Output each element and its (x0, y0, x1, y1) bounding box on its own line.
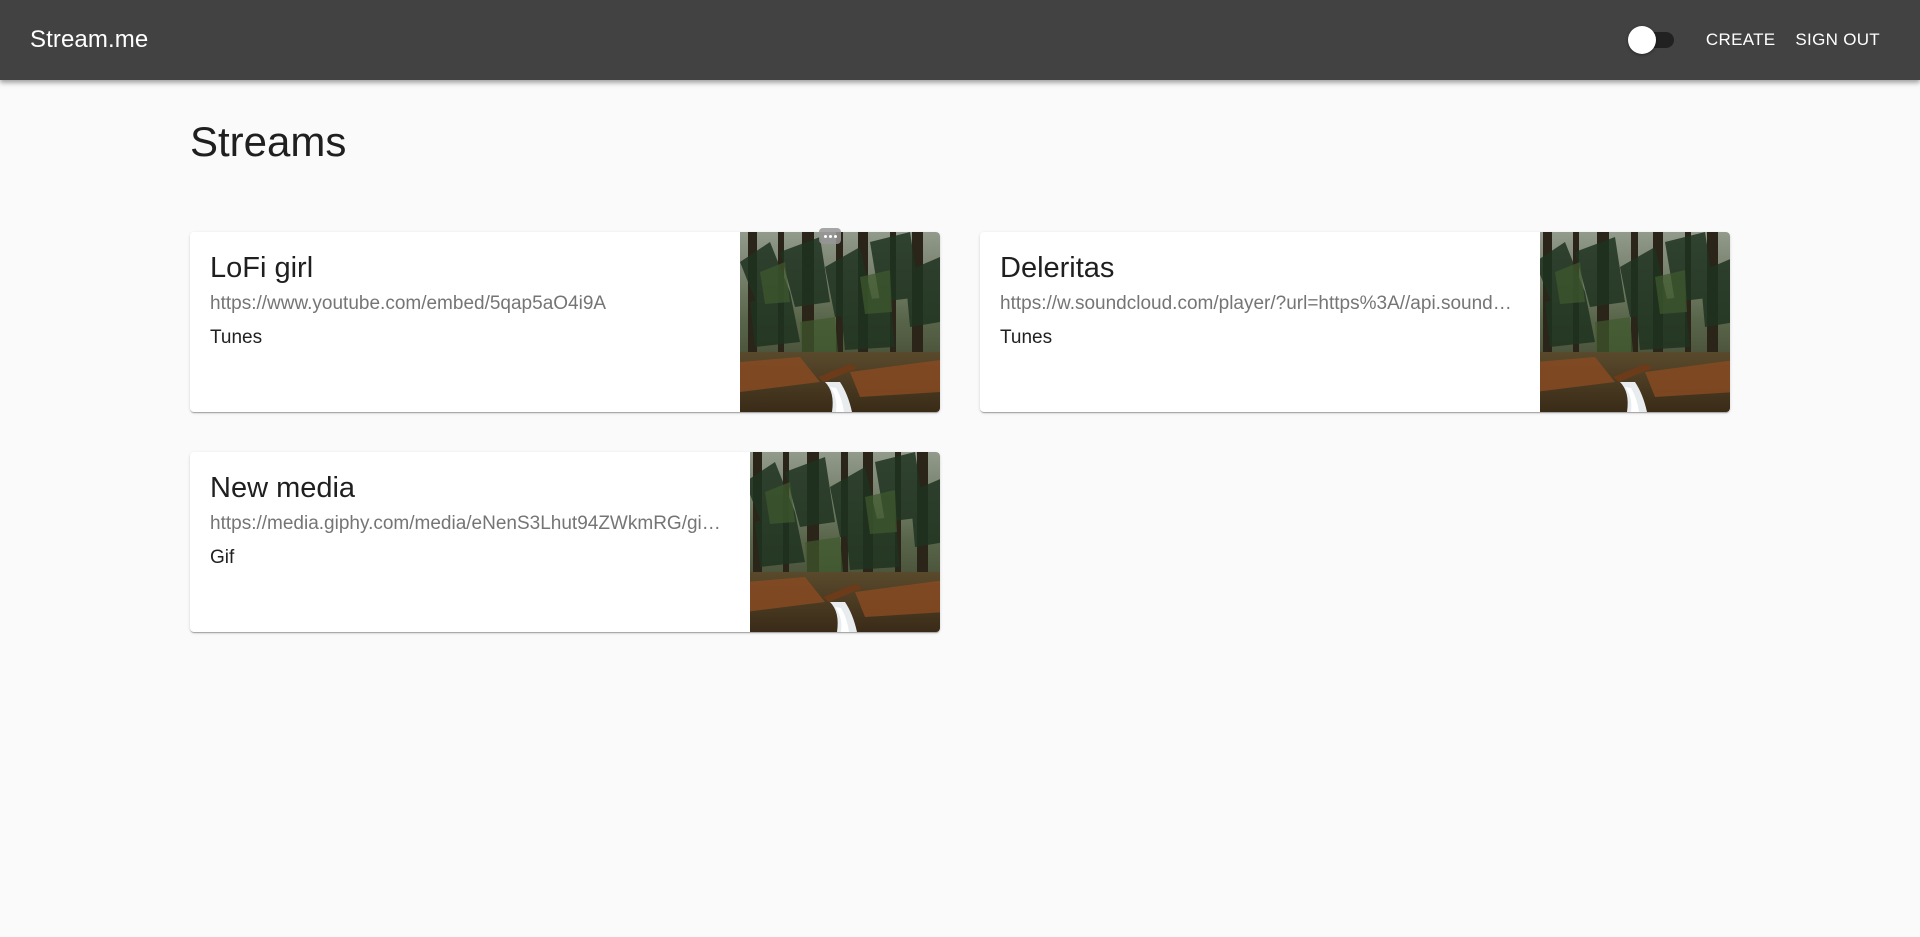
card-content: LoFi girl https://www.youtube.com/embed/… (210, 252, 730, 349)
app-bar-actions: CREATE SIGN OUT (1624, 20, 1890, 60)
create-button[interactable]: CREATE (1696, 22, 1786, 58)
sign-out-button[interactable]: SIGN OUT (1785, 22, 1890, 58)
app-bar: Stream.me CREATE SIGN OUT (0, 0, 1920, 80)
stream-card[interactable]: Deleritas https://w.soundcloud.com/playe… (980, 232, 1730, 412)
stream-url: https://w.soundcloud.com/player/?url=htt… (1000, 293, 1512, 314)
forest-stream-image (1540, 232, 1730, 412)
stream-thumbnail (1540, 232, 1730, 412)
stream-title: LoFi girl (210, 252, 314, 284)
stream-category: Tunes (210, 327, 263, 348)
toggle-thumb (1627, 26, 1656, 54)
stream-card[interactable]: New media https://media.giphy.com/media/… (190, 452, 940, 632)
stream-thumbnail (740, 232, 940, 412)
forest-stream-image (750, 452, 940, 632)
stream-url: https://media.giphy.com/media/eNenS3Lhut… (210, 513, 722, 534)
stream-url: https://www.youtube.com/embed/5qap5aO4i9… (210, 293, 607, 314)
card-content: Deleritas https://w.soundcloud.com/playe… (1000, 252, 1512, 349)
forest-stream-image (740, 232, 940, 412)
brand-logo[interactable]: Stream.me (30, 26, 148, 54)
theme-toggle[interactable] (1624, 20, 1684, 60)
page-title: Streams (190, 118, 347, 165)
stream-card[interactable]: LoFi girl https://www.youtube.com/embed/… (190, 232, 940, 412)
stream-category: Tunes (1000, 327, 1053, 348)
card-content: New media https://media.giphy.com/media/… (210, 472, 722, 569)
more-options-icon[interactable] (819, 228, 841, 244)
stream-thumbnail (750, 452, 940, 632)
stream-title: New media (210, 472, 356, 504)
stream-category: Gif (210, 547, 235, 568)
stream-title: Deleritas (1000, 252, 1115, 284)
